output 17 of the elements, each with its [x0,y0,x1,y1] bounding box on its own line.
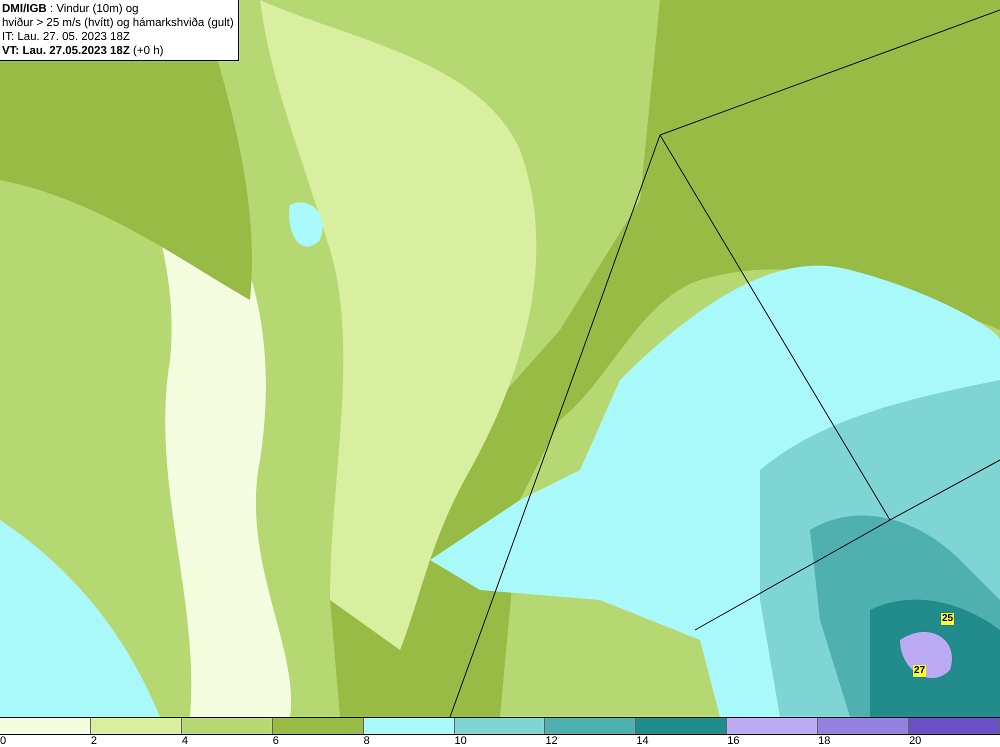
colorbar-tick-label: 0 [0,735,6,747]
colorbar-tick-label: 8 [364,735,370,747]
colorbar-tick-label: 10 [454,735,467,747]
colorbar-tick-label: 2 [90,735,98,747]
colorbar-tick-label: 12 [545,735,558,747]
info-line: VT: Lau. 27.05.2023 18Z (+0 h) [2,44,164,58]
info-line: hviður > 25 m/s (hvítt) og hámarkshviða (gult) [2,16,234,30]
info-line: DMI/IGB : Vindur (10m) og [2,2,140,16]
colorbar-tick-label: 6 [272,735,279,747]
gust-label: 25 [941,613,954,625]
colorbar-tick-label: 20 [909,735,922,747]
colorbar-tick-label: 4 [182,735,188,747]
colorbar-tick-label: 16 [727,735,740,747]
colorbar-tick-label: 14 [636,735,649,747]
info-line: IT: Lau. 27. 05. 2023 18Z [2,30,131,44]
colorbar-tick-label: 18 [818,735,830,747]
gust-label: 27 [913,665,926,677]
